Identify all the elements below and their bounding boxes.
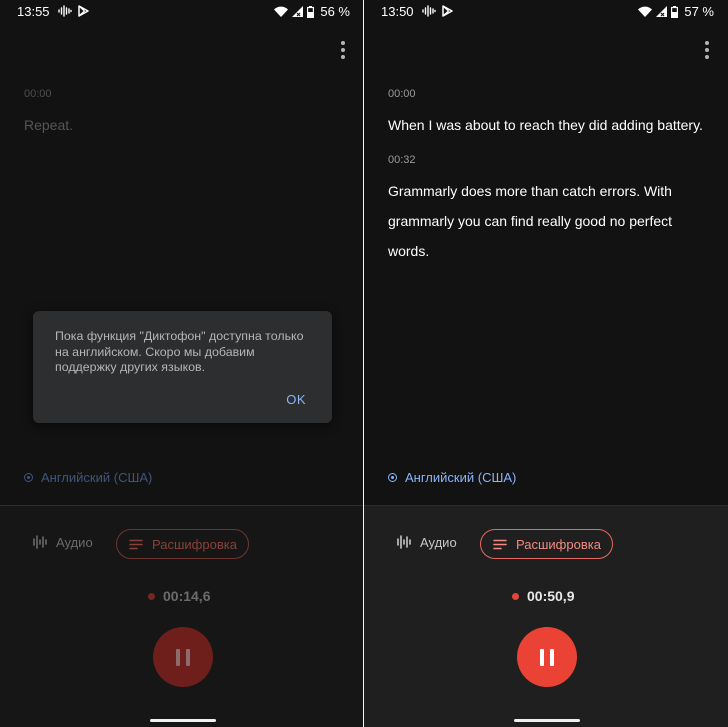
recording-timer: 00:14,6 (148, 588, 210, 604)
status-notification-icons (422, 5, 453, 17)
tab-audio[interactable]: Аудио (33, 534, 93, 550)
dialog-message: Пока функция "Диктофон" доступна только … (55, 329, 304, 374)
notes-icon (493, 539, 507, 549)
wifi-icon (638, 6, 653, 17)
status-system-icons: 56 % (274, 4, 350, 19)
recorder-controls: Аудио Расшифровка 00:50,9 (364, 505, 728, 727)
play-store-icon (78, 5, 89, 17)
soundwave-icon (58, 5, 72, 17)
tab-transcription-label: Расшифровка (152, 536, 237, 552)
status-time: 13:55 (17, 4, 50, 19)
battery-icon (671, 5, 679, 18)
tab-transcription-label: Расшифровка (516, 536, 601, 552)
pause-button[interactable] (517, 627, 577, 687)
recording-dot (148, 592, 155, 600)
notes-icon (129, 539, 143, 549)
language-dot-icon (388, 473, 397, 482)
dialog-ok-button[interactable]: OK (286, 392, 306, 407)
status-notification-icons (58, 5, 89, 17)
segment-timestamp: 00:00 (24, 88, 52, 100)
battery-icon (307, 5, 315, 18)
recording-timer: 00:50,9 (512, 588, 574, 604)
home-indicator[interactable] (150, 719, 216, 722)
status-system-icons: 57 % (638, 4, 714, 19)
wifi-icon (274, 6, 289, 17)
battery-percent: 57 % (684, 4, 714, 19)
recorder-screen-right: 13:50 57 % 00:00 When I was about to rea… (364, 0, 728, 727)
segment-text: When I was about to reach they did addin… (388, 117, 703, 133)
panel-divider (363, 0, 364, 727)
pause-icon (540, 648, 544, 666)
timer-value: 00:14,6 (163, 588, 211, 604)
tab-transcription[interactable]: Расшифровка (116, 529, 249, 559)
status-time: 13:50 (381, 4, 414, 19)
transcript: 00:00 Repeat. (24, 88, 344, 154)
more-vert-icon[interactable] (702, 41, 712, 59)
segment-timestamp: 00:32 (388, 154, 416, 166)
language-label: Английский (США) (41, 470, 153, 485)
language-label: Английский (США) (405, 470, 517, 485)
waveform-icon (397, 535, 411, 549)
status-bar: 13:55 56 % (0, 0, 364, 24)
segment-text: Repeat. (24, 117, 74, 133)
waveform-icon (33, 535, 47, 549)
transcript: 00:00 When I was about to reach they did… (388, 88, 708, 280)
battery-percent: 56 % (320, 4, 350, 19)
recorder-screen-left: 13:55 56 % 00:00 Repeat. Английский (США… (0, 0, 364, 727)
segment-timestamp: 00:00 (388, 88, 416, 100)
language-selector[interactable]: Английский (США) (24, 470, 152, 485)
cell-signal-icon (292, 6, 304, 17)
more-vert-icon[interactable] (338, 41, 348, 59)
language-notice-dialog: Пока функция "Диктофон" доступна только … (33, 311, 332, 423)
tab-audio-label: Аудио (420, 534, 457, 550)
language-dot-icon (24, 473, 33, 482)
recording-dot (512, 592, 519, 600)
cell-signal-icon (656, 6, 668, 17)
home-indicator[interactable] (514, 719, 580, 722)
segment-text: Grammarly does more than catch errors. W… (388, 183, 673, 259)
soundwave-icon (422, 5, 436, 17)
tab-transcription[interactable]: Расшифровка (480, 529, 613, 559)
pause-icon (176, 648, 180, 666)
timer-value: 00:50,9 (527, 588, 575, 604)
language-selector[interactable]: Английский (США) (388, 470, 516, 485)
tab-audio-label: Аудио (56, 534, 93, 550)
tab-audio[interactable]: Аудио (397, 534, 457, 550)
status-bar: 13:50 57 % (364, 0, 728, 24)
play-store-icon (442, 5, 453, 17)
pause-button[interactable] (153, 627, 213, 687)
recorder-controls: Аудио Расшифровка 00:14,6 (0, 505, 364, 727)
